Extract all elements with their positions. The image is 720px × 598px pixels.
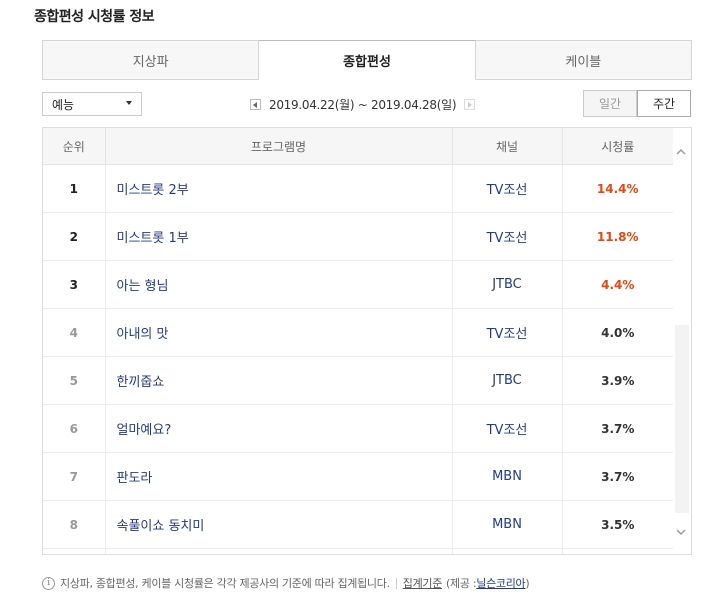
- next-week-button[interactable]: [464, 98, 476, 110]
- rank-cell: 9: [43, 548, 106, 554]
- program-name-link[interactable]: 미스트롯 2부: [105, 164, 453, 213]
- program-name-link[interactable]: 아내의 맛: [105, 308, 453, 357]
- source-link[interactable]: 닐슨코리아: [476, 575, 525, 591]
- program-name-link[interactable]: 아는 형님: [105, 260, 453, 309]
- table-scrollbar[interactable]: [672, 128, 691, 554]
- header-program: 프로그램명: [105, 128, 453, 165]
- channel-link[interactable]: TV조선: [452, 212, 563, 261]
- rank-cell: 1: [43, 164, 106, 213]
- scrollbar-thumb[interactable]: [675, 325, 689, 513]
- page-title: 종합편성 시청률 정보: [34, 9, 155, 25]
- date-navigator: 2019.04.22(월) ~ 2019.04.28(일): [250, 94, 476, 114]
- channel-link[interactable]: TV조선: [452, 164, 563, 213]
- channel-link[interactable]: TV조선: [452, 308, 563, 357]
- tab-terrestrial[interactable]: 지상파: [42, 40, 260, 80]
- table-row[interactable]: 3 아는 형님 JTBC 4.4%: [43, 260, 673, 309]
- prev-week-button[interactable]: [250, 98, 261, 110]
- program-name-link[interactable]: 속풀이쇼 동치미: [105, 500, 453, 549]
- rating-cell: 3.7%: [562, 452, 673, 501]
- program-name-link[interactable]: 미스트롯 1부: [105, 212, 453, 261]
- table-row[interactable]: 6 얼마예요? TV조선 3.7%: [43, 404, 673, 453]
- period-toggle: 일간 주간: [583, 90, 691, 117]
- notice-text: 지상파, 종합편성, 케이블 시청률은 각각 제공사의 기준에 따라 집계됩니다…: [60, 577, 390, 590]
- tab-general-programming[interactable]: 종합편성: [259, 40, 476, 80]
- rating-cell: 4.0%: [562, 308, 673, 357]
- program-name-link[interactable]: 얼마예요?: [105, 404, 453, 453]
- table-header-row: 순위 프로그램명 채널 시청률: [43, 128, 673, 165]
- source-suffix: ): [525, 576, 530, 590]
- scroll-up-icon[interactable]: [675, 146, 687, 158]
- broadcast-tabs: 지상파 종합편성 케이블: [42, 40, 692, 80]
- rating-cell: 3.5%: [562, 500, 673, 549]
- rank-cell: 3: [43, 260, 106, 309]
- date-end: 2019.04.28(일): [371, 97, 457, 112]
- rank-cell: 2: [43, 212, 106, 261]
- table-row[interactable]: 7 판도라 MBN 3.7%: [43, 452, 673, 501]
- date-range: 2019.04.22(월) ~ 2019.04.28(일): [269, 96, 457, 113]
- divider: [395, 577, 397, 589]
- rank-cell: 6: [43, 404, 106, 453]
- channel-link[interactable]: TV조선: [452, 548, 563, 554]
- channel-link[interactable]: MBN: [452, 452, 563, 501]
- criteria-link[interactable]: 집계기준: [403, 575, 443, 591]
- table-row[interactable]: 8 속풀이쇼 동치미 MBN 3.5%: [43, 500, 673, 549]
- program-name-link[interactable]: 한끼줍쇼: [105, 356, 453, 405]
- arrow-left-icon: [253, 101, 257, 108]
- weekly-button[interactable]: 주간: [637, 90, 691, 117]
- header-rank: 순위: [43, 128, 106, 165]
- table-row[interactable]: 2 미스트롯 1부 TV조선 11.8%: [43, 212, 673, 261]
- footer-notice: i 지상파, 종합편성, 케이블 시청률은 각각 제공사의 기준에 따라 집계됩…: [42, 575, 530, 591]
- rating-cell: 4.4%: [562, 260, 673, 309]
- rank-cell: 5: [43, 356, 106, 405]
- rating-cell: 14.4%: [562, 164, 673, 213]
- program-name-link[interactable]: 판도라: [105, 452, 453, 501]
- header-rating: 시청률: [562, 128, 673, 165]
- ratings-table-container[interactable]: 순위 프로그램명 채널 시청률 1 미스트롯 2부 TV조선 14.4% 2 미스트롯 1…: [42, 127, 692, 555]
- source-prefix: (제공 :: [446, 577, 477, 590]
- tab-cable[interactable]: 케이블: [475, 40, 692, 80]
- date-separator: ~: [357, 97, 368, 112]
- scroll-down-icon[interactable]: [675, 526, 687, 538]
- channel-link[interactable]: TV조선: [452, 404, 563, 453]
- header-channel: 채널: [452, 128, 563, 165]
- rank-cell: 7: [43, 452, 106, 501]
- date-start: 2019.04.22(월): [269, 97, 355, 112]
- program-name-link[interactable]: 강적들: [105, 548, 453, 554]
- channel-link[interactable]: JTBC: [452, 260, 563, 309]
- table-row[interactable]: 4 아내의 맛 TV조선 4.0%: [43, 308, 673, 357]
- channel-link[interactable]: MBN: [452, 500, 563, 549]
- genre-select-value: 예능: [52, 97, 75, 112]
- rating-cell: 3.3%: [562, 548, 673, 554]
- channel-link[interactable]: JTBC: [452, 356, 563, 405]
- table-row[interactable]: 5 한끼줍쇼 JTBC 3.9%: [43, 356, 673, 405]
- rating-cell: 3.9%: [562, 356, 673, 405]
- rating-cell: 11.8%: [562, 212, 673, 261]
- rank-cell: 8: [43, 500, 106, 549]
- daily-button[interactable]: 일간: [583, 90, 637, 117]
- info-icon: i: [42, 576, 55, 590]
- table-row[interactable]: 9강적들TV조선3.3%: [43, 548, 673, 554]
- rating-cell: 3.7%: [562, 404, 673, 453]
- arrow-right-icon: [468, 101, 473, 108]
- rank-cell: 4: [43, 308, 106, 357]
- ratings-table: 순위 프로그램명 채널 시청률 1 미스트롯 2부 TV조선 14.4% 2 미스트롯 1…: [43, 128, 673, 554]
- chevron-down-icon: [126, 101, 132, 105]
- table-row[interactable]: 1 미스트롯 2부 TV조선 14.4%: [43, 164, 673, 213]
- genre-select[interactable]: 예능: [42, 92, 142, 116]
